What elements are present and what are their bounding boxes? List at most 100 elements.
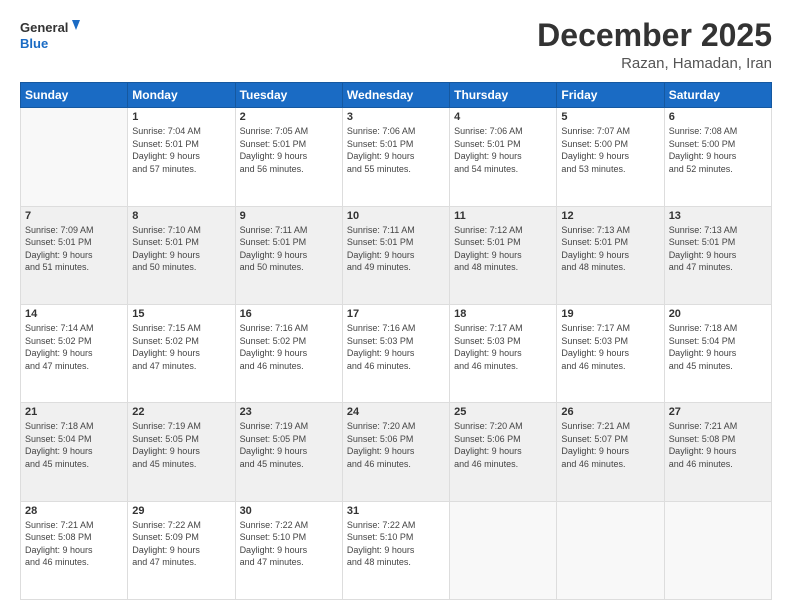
calendar-cell: 23Sunrise: 7:19 AM Sunset: 5:05 PM Dayli…: [235, 403, 342, 501]
day-number: 20: [669, 308, 767, 320]
calendar-cell: 19Sunrise: 7:17 AM Sunset: 5:03 PM Dayli…: [557, 304, 664, 402]
day-number: 2: [240, 111, 338, 123]
day-info: Sunrise: 7:12 AM Sunset: 5:01 PM Dayligh…: [454, 224, 552, 274]
day-info: Sunrise: 7:21 AM Sunset: 5:08 PM Dayligh…: [669, 420, 767, 470]
calendar-cell: 6Sunrise: 7:08 AM Sunset: 5:00 PM Daylig…: [664, 108, 771, 206]
day-number: 1: [132, 111, 230, 123]
subtitle: Razan, Hamadan, Iran: [537, 55, 772, 72]
calendar-cell: 9 Sunrise: 7:11 AM Sunset: 5:01 PM Daylig…: [235, 206, 342, 304]
title-block: December 2025 Razan, Hamadan, Iran: [537, 18, 772, 72]
day-number: 30: [240, 505, 338, 517]
day-number: 15: [132, 308, 230, 320]
logo-svg: General Blue: [20, 18, 80, 54]
day-number: 27: [669, 406, 767, 418]
day-number: 19: [561, 308, 659, 320]
day-info: Sunrise: 7:06 AM Sunset: 5:01 PM Dayligh…: [454, 125, 552, 175]
calendar-cell: 14 Sunrise: 7:14 AM Sunset: 5:02 PM Dayli…: [21, 304, 128, 402]
day-info: Sunrise: 7:09 AM Sunset: 5:01 PM Dayligh…: [25, 224, 123, 274]
col-header-saturday: Saturday: [664, 83, 771, 108]
day-number: 21: [25, 406, 123, 418]
calendar-cell: 8 Sunrise: 7:10 AM Sunset: 5:01 PM Daylig…: [128, 206, 235, 304]
calendar-cell: 12Sunrise: 7:13 AM Sunset: 5:01 PM Dayli…: [557, 206, 664, 304]
day-number: 16: [240, 308, 338, 320]
calendar-cell: 30 Sunrise: 7:22 AM Sunset: 5:10 PM Dayli…: [235, 501, 342, 599]
calendar-cell: 17 Sunrise: 7:16 AM Sunset: 5:03 PM Dayli…: [342, 304, 449, 402]
day-number: 14: [25, 308, 123, 320]
calendar-cell: 1 Sunrise: 7:04 AM Sunset: 5:01 PM Daylig…: [128, 108, 235, 206]
day-info: Sunrise: 7:07 AM Sunset: 5:00 PM Dayligh…: [561, 125, 659, 175]
calendar-cell: 2 Sunrise: 7:05 AM Sunset: 5:01 PM Daylig…: [235, 108, 342, 206]
day-info: Sunrise: 7:04 AM Sunset: 5:01 PM Dayligh…: [132, 125, 230, 175]
calendar-cell: 21 Sunrise: 7:18 AM Sunset: 5:04 PM Dayli…: [21, 403, 128, 501]
calendar-cell: 31 Sunrise: 7:22 AM Sunset: 5:10 PM Dayli…: [342, 501, 449, 599]
calendar-cell: 5Sunrise: 7:07 AM Sunset: 5:00 PM Daylig…: [557, 108, 664, 206]
day-number: 4: [454, 111, 552, 123]
day-info: Sunrise: 7:13 AM Sunset: 5:01 PM Dayligh…: [669, 224, 767, 274]
month-title: December 2025: [537, 18, 772, 53]
calendar-cell: 20 Sunrise: 7:18 AM Sunset: 5:04 PM Dayli…: [664, 304, 771, 402]
calendar-cell: 4 Sunrise: 7:06 AM Sunset: 5:01 PM Daylig…: [450, 108, 557, 206]
day-number: 6: [669, 111, 767, 123]
day-number: 3: [347, 111, 445, 123]
day-number: 22: [132, 406, 230, 418]
day-info: Sunrise: 7:11 AM Sunset: 5:01 PM Dayligh…: [240, 224, 338, 274]
week-row-4: 21 Sunrise: 7:18 AM Sunset: 5:04 PM Dayli…: [21, 403, 772, 501]
calendar-cell: [450, 501, 557, 599]
calendar-table: SundayMondayTuesdayWednesdayThursdayFrid…: [20, 82, 772, 600]
col-header-sunday: Sunday: [21, 83, 128, 108]
calendar-cell: 13 Sunrise: 7:13 AM Sunset: 5:01 PM Dayli…: [664, 206, 771, 304]
week-row-1: 1 Sunrise: 7:04 AM Sunset: 5:01 PM Daylig…: [21, 108, 772, 206]
col-header-monday: Monday: [128, 83, 235, 108]
day-number: 11: [454, 210, 552, 222]
day-number: 24: [347, 406, 445, 418]
day-info: Sunrise: 7:22 AM Sunset: 5:09 PM Dayligh…: [132, 519, 230, 569]
calendar-cell: 29Sunrise: 7:22 AM Sunset: 5:09 PM Dayli…: [128, 501, 235, 599]
day-info: Sunrise: 7:19 AM Sunset: 5:05 PM Dayligh…: [132, 420, 230, 470]
day-info: Sunrise: 7:22 AM Sunset: 5:10 PM Dayligh…: [240, 519, 338, 569]
day-number: 28: [25, 505, 123, 517]
day-info: Sunrise: 7:18 AM Sunset: 5:04 PM Dayligh…: [669, 322, 767, 372]
day-number: 31: [347, 505, 445, 517]
day-info: Sunrise: 7:14 AM Sunset: 5:02 PM Dayligh…: [25, 322, 123, 372]
calendar-cell: 26Sunrise: 7:21 AM Sunset: 5:07 PM Dayli…: [557, 403, 664, 501]
day-number: 10: [347, 210, 445, 222]
calendar-cell: 28 Sunrise: 7:21 AM Sunset: 5:08 PM Dayli…: [21, 501, 128, 599]
calendar-cell: 15 Sunrise: 7:15 AM Sunset: 5:02 PM Dayli…: [128, 304, 235, 402]
day-info: Sunrise: 7:16 AM Sunset: 5:02 PM Dayligh…: [240, 322, 338, 372]
week-row-2: 7 Sunrise: 7:09 AM Sunset: 5:01 PM Daylig…: [21, 206, 772, 304]
day-number: 8: [132, 210, 230, 222]
day-number: 13: [669, 210, 767, 222]
calendar-cell: 10Sunrise: 7:11 AM Sunset: 5:01 PM Dayli…: [342, 206, 449, 304]
day-info: Sunrise: 7:21 AM Sunset: 5:08 PM Dayligh…: [25, 519, 123, 569]
col-header-thursday: Thursday: [450, 83, 557, 108]
day-number: 9: [240, 210, 338, 222]
day-number: 18: [454, 308, 552, 320]
day-number: 17: [347, 308, 445, 320]
day-info: Sunrise: 7:05 AM Sunset: 5:01 PM Dayligh…: [240, 125, 338, 175]
calendar-cell: [21, 108, 128, 206]
day-info: Sunrise: 7:15 AM Sunset: 5:02 PM Dayligh…: [132, 322, 230, 372]
day-number: 26: [561, 406, 659, 418]
calendar-cell: 3 Sunrise: 7:06 AM Sunset: 5:01 PM Daylig…: [342, 108, 449, 206]
day-info: Sunrise: 7:18 AM Sunset: 5:04 PM Dayligh…: [25, 420, 123, 470]
calendar-cell: 16 Sunrise: 7:16 AM Sunset: 5:02 PM Dayli…: [235, 304, 342, 402]
calendar-cell: 18Sunrise: 7:17 AM Sunset: 5:03 PM Dayli…: [450, 304, 557, 402]
day-info: Sunrise: 7:06 AM Sunset: 5:01 PM Dayligh…: [347, 125, 445, 175]
col-header-friday: Friday: [557, 83, 664, 108]
calendar-cell: 7 Sunrise: 7:09 AM Sunset: 5:01 PM Daylig…: [21, 206, 128, 304]
svg-text:Blue: Blue: [20, 36, 48, 51]
logo: General Blue: [20, 18, 80, 54]
week-row-3: 14 Sunrise: 7:14 AM Sunset: 5:02 PM Dayli…: [21, 304, 772, 402]
calendar-cell: 22 Sunrise: 7:19 AM Sunset: 5:05 PM Dayli…: [128, 403, 235, 501]
calendar-body: 1 Sunrise: 7:04 AM Sunset: 5:01 PM Daylig…: [21, 108, 772, 600]
day-info: Sunrise: 7:10 AM Sunset: 5:01 PM Dayligh…: [132, 224, 230, 274]
day-number: 7: [25, 210, 123, 222]
day-info: Sunrise: 7:19 AM Sunset: 5:05 PM Dayligh…: [240, 420, 338, 470]
calendar-cell: 27 Sunrise: 7:21 AM Sunset: 5:08 PM Dayli…: [664, 403, 771, 501]
day-info: Sunrise: 7:22 AM Sunset: 5:10 PM Dayligh…: [347, 519, 445, 569]
day-info: Sunrise: 7:20 AM Sunset: 5:06 PM Dayligh…: [454, 420, 552, 470]
col-header-wednesday: Wednesday: [342, 83, 449, 108]
day-info: Sunrise: 7:16 AM Sunset: 5:03 PM Dayligh…: [347, 322, 445, 372]
svg-text:General: General: [20, 20, 68, 35]
week-row-5: 28 Sunrise: 7:21 AM Sunset: 5:08 PM Dayli…: [21, 501, 772, 599]
